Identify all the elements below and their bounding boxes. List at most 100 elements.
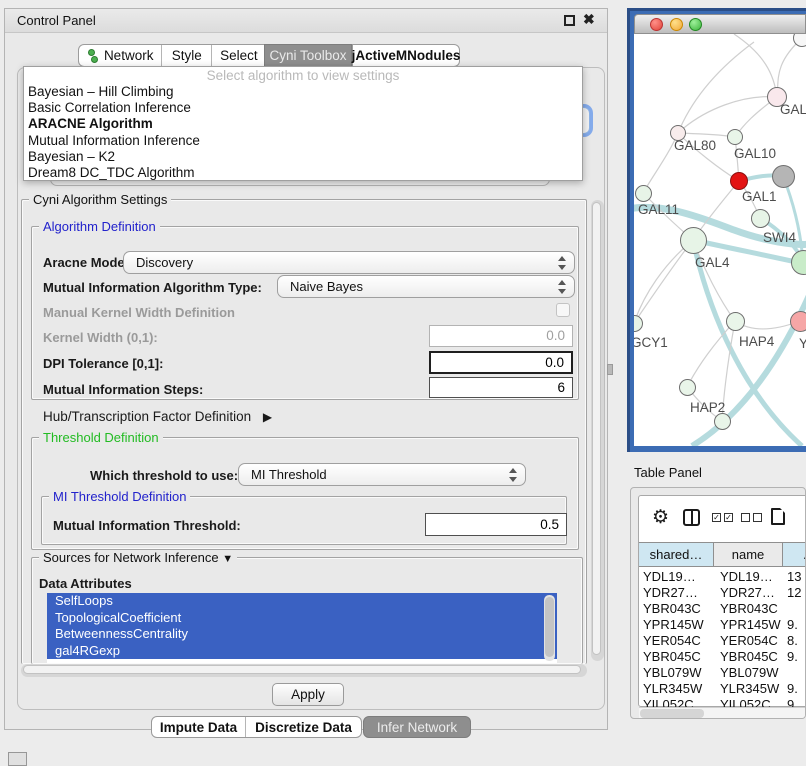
manual-kernel-label: Manual Kernel Width Definition — [43, 305, 235, 320]
tab-jactivemnodules[interactable]: jActiveMNodules — [352, 44, 460, 67]
panel-title: Control Panel — [17, 13, 96, 28]
node-label: GCY1 — [634, 335, 668, 350]
table-panel-window: ⚙ ✓ ✓ shared… name A YDL19…YDL19…13 YDR2… — [630, 487, 806, 719]
traffic-light-zoom-icon[interactable] — [689, 18, 702, 31]
network-node[interactable] — [726, 312, 745, 331]
network-node-selected[interactable] — [730, 172, 748, 190]
column-header[interactable]: name — [714, 543, 783, 567]
dropdown-item[interactable]: Dream8 DC_TDC Algorithm — [24, 165, 582, 181]
tab-select[interactable]: Select — [211, 45, 266, 66]
list-item[interactable]: TopologicalCoefficient — [47, 610, 557, 627]
panel-splitter-handle[interactable] — [607, 364, 613, 375]
network-node[interactable] — [680, 227, 707, 254]
combo-stepper-icon — [557, 280, 566, 294]
data-attributes-list: SelfLoops TopologicalCoefficient Between… — [47, 593, 557, 663]
traffic-light-close-icon[interactable] — [650, 18, 663, 31]
network-tab-icon — [87, 49, 99, 63]
node-label: HAP2 — [690, 400, 725, 415]
dropdown-item-selected[interactable]: ARACNE Algorithm — [24, 116, 582, 132]
combo-stepper-icon — [508, 468, 517, 482]
mi-steps-label: Mutual Information Steps: — [43, 382, 203, 397]
table-body: YDL19…YDL19…13 YDR27…YDR27…12 YBR043CYBR… — [639, 567, 806, 707]
tab-cyni-toolbox[interactable]: Cyni Toolbox — [264, 44, 352, 67]
columns-icon[interactable] — [683, 509, 700, 526]
expand-right-icon: ▶ — [263, 410, 272, 424]
column-header[interactable]: shared… — [639, 543, 714, 567]
tab-infer-network[interactable]: Infer Network — [363, 716, 471, 738]
network-node[interactable] — [790, 311, 806, 332]
mi-type-combobox[interactable]: Naive Bayes — [277, 275, 575, 298]
settings-vertical-thumb[interactable] — [592, 202, 601, 655]
network-node[interactable] — [727, 129, 743, 145]
list-item[interactable]: BetweennessCentrality — [47, 626, 557, 643]
gear-icon[interactable]: ⚙ — [652, 506, 669, 529]
manual-kernel-checkbox[interactable] — [556, 303, 570, 317]
cyni-settings-title: Cyni Algorithm Settings — [29, 193, 171, 206]
list-scrollbar[interactable] — [544, 595, 555, 661]
data-attributes-label: Data Attributes — [39, 576, 132, 591]
settings-horizontal-scrollbar[interactable] — [21, 664, 587, 677]
apply-button[interactable]: Apply — [272, 683, 344, 706]
bottom-left-button[interactable] — [8, 752, 27, 766]
network-canvas[interactable]: GAL GAL80 GAL10 GAL1 GAL11 SWI4 GAL4 GCY… — [634, 34, 806, 446]
list-scrollbar-thumb[interactable] — [545, 597, 554, 657]
which-threshold-label: Which threshold to use: — [90, 468, 238, 483]
unchecked-box-icon[interactable] — [741, 513, 750, 522]
aracne-mode-label: Aracne Mode: — [43, 255, 129, 270]
collapse-down-icon: ▼ — [222, 553, 233, 565]
tab-style[interactable]: Style — [161, 45, 211, 66]
mi-type-label: Mutual Information Algorithm Type: — [43, 280, 262, 295]
kernel-width-label: Kernel Width (0,1): — [43, 330, 158, 345]
hub-definition-toggle[interactable]: Hub/Transcription Factor Definition ▶ — [43, 409, 272, 424]
dropdown-placeholder: Select algorithm to view settings — [24, 68, 582, 84]
dpi-tolerance-field[interactable]: 0.0 — [429, 351, 573, 374]
algorithm-dropdown-list: Select algorithm to view settings Bayesi… — [23, 66, 583, 181]
mi-steps-field[interactable]: 6 — [429, 377, 573, 398]
dropdown-item[interactable]: Basic Correlation Inference — [24, 100, 582, 116]
network-node[interactable] — [772, 165, 795, 188]
dpi-tolerance-label: DPI Tolerance [0,1]: — [43, 356, 163, 371]
network-node[interactable] — [635, 185, 652, 202]
column-header[interactable]: A — [783, 543, 806, 567]
sources-title[interactable]: Sources for Network Inference ▼ — [39, 551, 237, 566]
mi-threshold-field[interactable]: 0.5 — [425, 513, 567, 536]
dropdown-item[interactable]: Mutual Information Inference — [24, 133, 582, 149]
settings-vertical-scrollbar[interactable] — [591, 200, 604, 661]
list-item[interactable]: SelfLoops — [47, 593, 557, 610]
mi-threshold-label: Mutual Information Threshold: — [53, 518, 241, 533]
close-icon[interactable]: ✖ — [583, 11, 595, 28]
network-node[interactable] — [714, 413, 731, 430]
checked-box-icon[interactable]: ✓ — [724, 513, 733, 522]
network-view-window: GAL GAL80 GAL10 GAL1 GAL11 SWI4 GAL4 GCY… — [627, 8, 806, 452]
control-panel-window: Control Panel ✖ Network Style Select Cyn… — [4, 8, 608, 730]
kernel-width-field[interactable]: 0.0 — [429, 325, 573, 347]
checked-box-icon[interactable]: ✓ — [712, 513, 721, 522]
page-icon[interactable] — [771, 508, 785, 525]
node-label: GAL80 — [674, 138, 716, 153]
node-label: GAL10 — [734, 146, 776, 161]
table-scrollbar-thumb[interactable] — [640, 709, 704, 718]
network-node[interactable] — [751, 209, 770, 228]
table-panel-inner: ⚙ ✓ ✓ shared… name A YDL19…YDL19…13 YDR2… — [638, 495, 806, 707]
table-horizontal-scrollbar[interactable] — [639, 707, 806, 719]
mi-threshold-title: MI Threshold Definition — [49, 490, 190, 503]
threshold-definition-title: Threshold Definition — [39, 431, 163, 444]
float-panel-icon[interactable] — [564, 15, 575, 26]
algorithm-definition-title: Algorithm Definition — [39, 220, 160, 233]
settings-horizontal-thumb[interactable] — [23, 665, 581, 674]
network-node[interactable] — [679, 379, 696, 396]
tab-impute-data[interactable]: Impute Data — [152, 717, 245, 737]
which-threshold-combobox[interactable]: MI Threshold — [238, 463, 526, 486]
traffic-light-minimize-icon[interactable] — [670, 18, 683, 31]
unchecked-box-icon[interactable] — [753, 513, 762, 522]
dropdown-item[interactable]: Bayesian – Hill Climbing — [24, 84, 582, 100]
aracne-mode-combobox[interactable]: Discovery — [123, 251, 575, 274]
dropdown-item[interactable]: Bayesian – K2 — [24, 149, 582, 165]
tab-discretize-data[interactable]: Discretize Data — [245, 717, 361, 737]
node-label: Y — [799, 336, 806, 351]
tab-network[interactable]: Network — [79, 45, 161, 66]
list-item[interactable]: gal4RGexp — [47, 643, 557, 660]
table-header-row: shared… name A — [639, 542, 806, 566]
node-label: GAL11 — [638, 202, 679, 217]
bottom-tab-group: Impute Data Discretize Data — [151, 716, 362, 738]
